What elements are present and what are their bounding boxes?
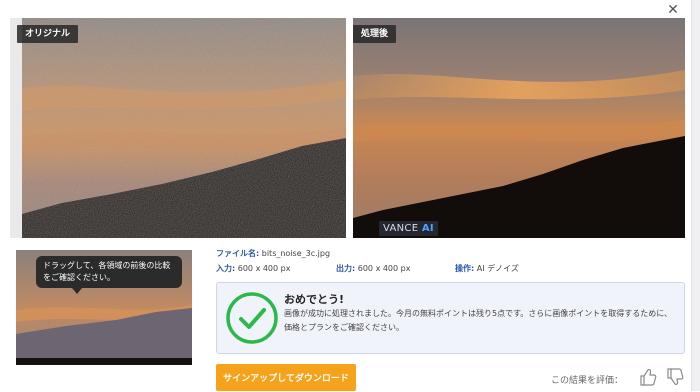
rate-prompt: この結果を評価： xyxy=(551,376,624,386)
watermark-logo: VANCE AI xyxy=(379,221,438,236)
original-label: オリジナル xyxy=(17,25,79,43)
processed-image-panel: 処理後 VANCE AI xyxy=(353,18,685,238)
success-title: おめでとう! xyxy=(284,293,345,306)
file-name-value: bits_noise_3c.jpg xyxy=(261,249,331,258)
drag-tooltip: ドラッグして、各領域の前後の比較をご確認ください。 xyxy=(36,256,182,294)
output-size-row: 出力: 600 x 400 px xyxy=(336,264,411,273)
success-text: 画像が成功に処理されました。今月の無料ポイントは残り5点です。さらに画像ポイント… xyxy=(284,309,673,332)
input-size-value: 600 x 400 px xyxy=(237,264,291,273)
processed-image xyxy=(353,18,685,238)
check-circle-icon xyxy=(226,292,278,344)
processed-label: 処理後 xyxy=(353,25,397,43)
side-scroll-edge xyxy=(691,0,700,391)
operation-value: AI デノイズ xyxy=(476,264,519,273)
output-size-value: 600 x 400 px xyxy=(357,264,411,273)
comparison-thumbnail[interactable]: ドラッグして、各領域の前後の比較をご確認ください。 xyxy=(16,250,192,365)
operation-row: 操作: AI デノイズ xyxy=(455,264,519,273)
success-message-box: おめでとう! 画像が成功に処理されました。今月の無料ポイントは残り5点です。さら… xyxy=(216,282,685,354)
thumbs-up-icon[interactable] xyxy=(639,367,657,387)
original-image xyxy=(22,18,346,238)
close-icon[interactable]: ✕ xyxy=(666,3,680,17)
signup-download-button[interactable]: サインアップしてダウンロード xyxy=(216,364,356,391)
input-size-row: 入力: 600 x 400 px xyxy=(216,264,291,273)
thumbs-down-icon[interactable] xyxy=(666,367,684,387)
file-name-row: ファイル名: bits_noise_3c.jpg xyxy=(216,249,331,258)
original-image-panel: オリジナル xyxy=(10,18,346,238)
